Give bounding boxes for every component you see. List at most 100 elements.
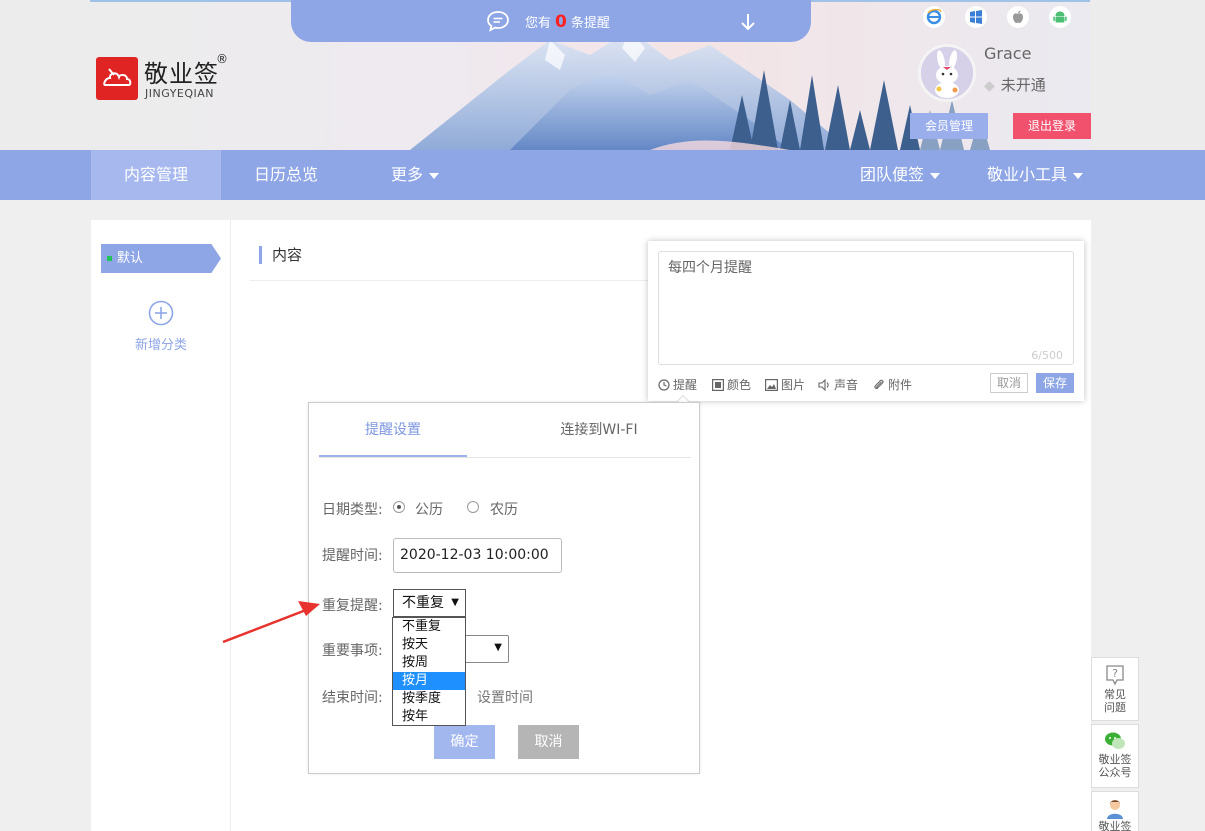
faq-label-2: 问题 (1104, 701, 1126, 714)
username: Grace (984, 44, 1032, 63)
repeat-select-value: 不重复 (402, 595, 444, 611)
speaker-icon (818, 378, 831, 394)
repeat-dropdown-list: 不重复 按天 按周 按月 按季度 按年 (392, 617, 466, 726)
chevron-down-icon (1073, 172, 1083, 179)
content-heading: 内容 (259, 246, 302, 264)
svg-text:?: ? (1112, 667, 1118, 680)
caret-down-icon: ▼ (494, 642, 502, 653)
nav-tools-label: 敬业小工具 (986, 165, 1067, 184)
wechat-label-2: 公众号 (1098, 766, 1132, 779)
wechat-label-1: 敬业签 (1098, 753, 1132, 766)
tool-reminder[interactable]: 提醒 (658, 376, 697, 394)
notice-suffix: 条提醒 (570, 16, 610, 31)
faq-button[interactable]: ? 常见 问题 (1091, 657, 1139, 721)
divider (249, 280, 649, 281)
reminder-time-label: 提醒时间: (322, 548, 383, 564)
tab-reminder-settings[interactable]: 提醒设置 (319, 403, 467, 457)
tool-attachment-label: 附件 (888, 378, 913, 392)
notice-count: 0 (555, 12, 567, 32)
nav-more-label: 更多 (390, 165, 423, 184)
message-icon (486, 10, 510, 36)
tool-sound[interactable]: 声音 (818, 376, 858, 394)
main-nav: 内容管理 日历总览 更多 团队便签 敬业小工具 (0, 150, 1205, 200)
tool-attachment[interactable]: 附件 (873, 376, 912, 394)
wechat-icon (1104, 731, 1126, 751)
editor-cancel-button[interactable]: 取消 (990, 373, 1028, 393)
tool-sound-label: 声音 (834, 378, 859, 392)
set-end-time-link[interactable]: 设置时间 (477, 687, 533, 707)
nav-team-notes-label: 团队便签 (859, 165, 924, 184)
end-time-label: 结束时间: (322, 690, 383, 706)
radio-solar[interactable] (393, 501, 405, 513)
question-icon: ? (1104, 664, 1126, 686)
notice-prefix: 您有 (525, 16, 552, 31)
repeat-option-highlighted[interactable]: 按月 (393, 672, 465, 690)
tab-connect-wifi[interactable]: 连接到WI-FI (529, 403, 669, 457)
service-label: 敬业签 (1098, 820, 1132, 831)
avatar[interactable] (918, 44, 976, 102)
repeat-option[interactable]: 不重复 (393, 618, 465, 636)
radio-lunar[interactable] (467, 501, 479, 513)
diamond-icon: ◆ (984, 78, 995, 94)
editor-save-button[interactable]: 保存 (1036, 373, 1074, 393)
nav-team-notes[interactable]: 团队便签 (840, 150, 960, 200)
logout-button[interactable]: 退出登录 (1013, 113, 1091, 139)
category-label: 默认 (117, 251, 144, 266)
logo-mark-icon (96, 57, 138, 100)
repeat-label: 重复提醒: (322, 598, 383, 614)
note-text: 每四个月提醒 (668, 260, 752, 276)
image-icon (765, 379, 779, 394)
note-editor: 每四个月提醒 6/500 提醒 颜色 图片 声音 附件 取消 保存 (648, 241, 1084, 401)
chevron-down-icon (429, 172, 439, 179)
repeat-option[interactable]: 按天 (393, 636, 465, 654)
confirm-button[interactable]: 确定 (434, 725, 495, 759)
wechat-account-button[interactable]: 敬业签 公众号 (1091, 724, 1139, 788)
char-counter: 6/500 (1031, 349, 1063, 362)
member-status-text: 未开通 (1000, 76, 1046, 94)
add-category-label: 新增分类 (134, 338, 187, 353)
faq-label-1: 常见 (1104, 688, 1126, 701)
category-sidebar: 默认 新增分类 (91, 220, 231, 831)
repeat-option[interactable]: 按年 (393, 708, 465, 726)
ie-icon[interactable] (923, 6, 945, 28)
repeat-option[interactable]: 按季度 (393, 690, 465, 708)
apple-icon[interactable] (1007, 6, 1029, 28)
logo[interactable]: 敬业签 ® JINGYEQIAN (96, 52, 236, 104)
tool-image-label: 图片 (781, 378, 806, 392)
reminder-time-input[interactable]: 2020-12-03 10:00:00 (393, 538, 562, 573)
category-item-default[interactable]: 默认 (101, 244, 221, 273)
notice-text: 您有 0 条提醒 (525, 12, 610, 32)
color-square-icon (712, 379, 725, 394)
tool-reminder-label: 提醒 (673, 378, 698, 392)
member-management-button[interactable]: 会员管理 (910, 113, 988, 139)
note-textarea[interactable]: 每四个月提醒 6/500 (658, 251, 1074, 365)
reminder-notice-bar[interactable]: 您有 0 条提醒 (291, 0, 811, 42)
repeat-option[interactable]: 按周 (393, 654, 465, 672)
plus-circle-icon (148, 300, 174, 326)
repeat-select[interactable]: 不重复 ▼ (393, 589, 466, 617)
add-category-button[interactable]: 新增分类 (121, 300, 201, 353)
android-icon[interactable] (1049, 6, 1071, 28)
paperclip-icon (873, 379, 885, 394)
windows-icon[interactable] (965, 6, 987, 28)
logo-text: 敬业签 (144, 60, 219, 88)
cancel-button[interactable]: 取消 (518, 725, 579, 759)
radio-solar-label: 公历 (415, 502, 443, 518)
nav-calendar-overview[interactable]: 日历总览 (221, 150, 351, 200)
customer-service-button[interactable]: 敬业签 (1091, 791, 1139, 831)
clock-icon (658, 379, 670, 394)
reminder-settings-dialog: 提醒设置 连接到WI-FI 日期类型: 公历 农历 提醒时间: 2020-12-… (308, 402, 700, 774)
header: 敬业签 ® JINGYEQIAN 您有 0 条提醒 Grace ◆ 未开通 会员… (0, 0, 1205, 150)
nav-content-management[interactable]: 内容管理 (91, 150, 221, 200)
nav-tools[interactable]: 敬业小工具 (965, 150, 1105, 200)
tool-image[interactable]: 图片 (765, 376, 805, 394)
radio-lunar-label: 农历 (490, 502, 518, 518)
chevron-down-icon (930, 172, 940, 179)
category-dot (107, 256, 112, 261)
tool-color[interactable]: 颜色 (712, 376, 751, 394)
nav-more[interactable]: 更多 (360, 150, 470, 200)
tool-color-label: 颜色 (727, 378, 752, 392)
logo-subtext: JINGYEQIAN (145, 87, 215, 100)
arrow-down-icon[interactable] (739, 12, 757, 36)
logo-registered-mark: ® (216, 52, 228, 66)
